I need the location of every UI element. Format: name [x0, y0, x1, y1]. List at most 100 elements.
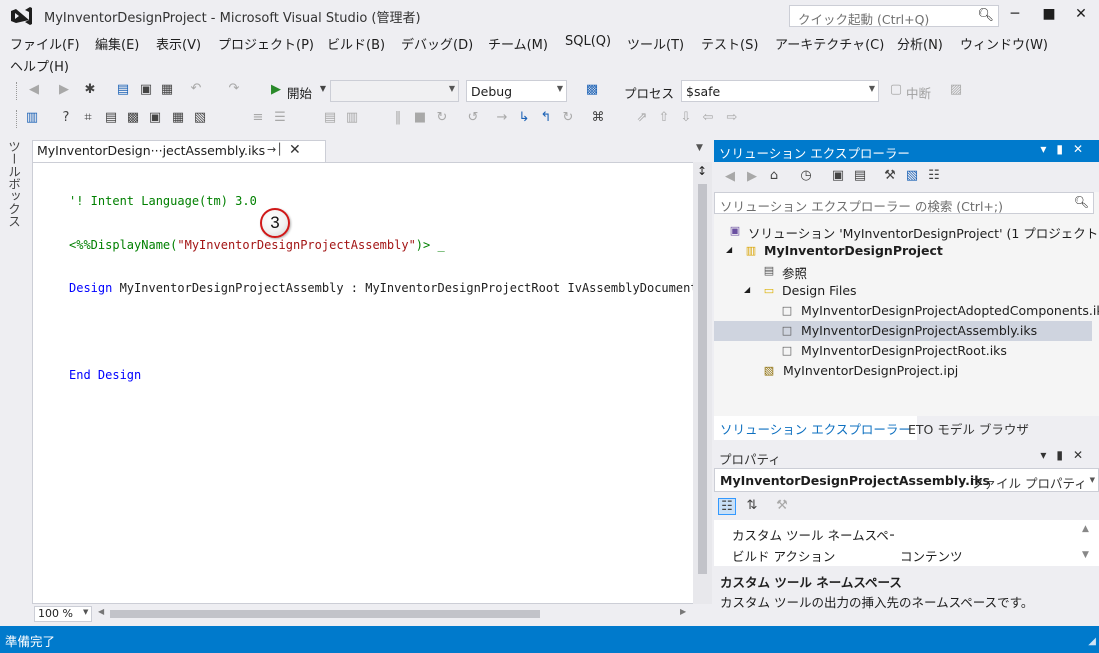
menu-window[interactable]: ウィンドウ(W)	[960, 34, 1048, 53]
collapse-all-icon[interactable]: ▣	[830, 168, 846, 183]
target-combo[interactable]: ▼	[330, 80, 459, 102]
nav-up-icon[interactable]: ⇧	[656, 110, 672, 125]
menu-view[interactable]: 表示(V)	[156, 34, 201, 53]
undo-icon[interactable]: ↶	[188, 81, 204, 96]
forward-icon[interactable]: ▶	[744, 169, 760, 184]
menu-analyze[interactable]: 分析(N)	[897, 34, 943, 53]
close-button[interactable]: ✕	[1064, 2, 1098, 26]
tree-item-file[interactable]: □ MyInventorDesignProjectAdoptedComponen…	[714, 301, 1099, 321]
editor-horizontal-scrollbar[interactable]: 100 % ▼ ◀ ▶	[32, 604, 712, 624]
tree-item-file[interactable]: □ MyInventorDesignProjectRoot.iks	[714, 341, 1099, 361]
tree-item-references[interactable]: ▤ 参照	[714, 261, 1099, 281]
tree-item-solution[interactable]: ▣ ソリューション 'MyInventorDesignProject' (1 プ…	[714, 221, 1099, 241]
menu-edit[interactable]: 編集(E)	[95, 34, 139, 53]
categorized-icon[interactable]: ☷	[718, 498, 736, 515]
menu-architecture[interactable]: アーキテクチャ(C)	[775, 34, 884, 53]
code-text[interactable]: '! Intent Language(tm) 3.0 <%%DisplayNam…	[69, 165, 698, 412]
document-icon[interactable]: ▤	[103, 110, 119, 125]
uncomment-icon[interactable]: ▥	[344, 110, 360, 125]
menu-file[interactable]: ファイル(F)	[10, 34, 80, 53]
eto-icon[interactable]: ▥	[24, 110, 40, 125]
expanded-triangle-icon[interactable]: ◢	[744, 285, 750, 294]
attach-process-icon[interactable]: ▩	[584, 82, 600, 97]
thread-icon[interactable]: ▨	[948, 82, 964, 97]
scroll-right-icon[interactable]: ▶	[680, 607, 686, 616]
start-button-label[interactable]: 開始	[287, 83, 312, 102]
toolbox-strip[interactable]: ツールボックス	[0, 134, 26, 626]
menu-help[interactable]: ヘルプ(H)	[10, 56, 69, 75]
panel-window-buttons[interactable]: ▾▮✕	[1040, 448, 1093, 462]
open-file-icon[interactable]: ▤	[115, 82, 131, 97]
process-combo[interactable]: $safe ▼	[681, 80, 879, 102]
editor-vertical-scrollbar[interactable]: ↕	[693, 162, 712, 604]
comment-icon[interactable]: ▤	[322, 110, 338, 125]
nav-icon[interactable]: ⇗	[634, 110, 650, 125]
component-icon[interactable]: ▩	[125, 110, 141, 125]
pause-icon[interactable]: ‖	[390, 110, 406, 125]
forward-icon[interactable]: ▶	[56, 82, 72, 97]
step-out-icon[interactable]: ↰	[538, 110, 554, 125]
pending-changes-icon[interactable]: ◷	[798, 168, 814, 183]
quick-launch-input[interactable]: クイック起動 (Ctrl+Q) 🔍︎	[789, 5, 999, 27]
minimize-button[interactable]: ─	[998, 2, 1032, 26]
window-icon[interactable]: ▣	[147, 110, 163, 125]
menu-test[interactable]: テスト(S)	[701, 34, 758, 53]
tree-item-project[interactable]: ◢ ▥ MyInventorDesignProject	[714, 241, 1099, 261]
tab-solution-explorer[interactable]: ソリューション エクスプローラー	[714, 416, 917, 440]
new-project-icon[interactable]: ✱	[82, 82, 98, 97]
link-icon[interactable]: ≡	[250, 110, 266, 125]
pin-icon[interactable]: →│	[267, 143, 283, 156]
tree-icon[interactable]: ☰	[272, 110, 288, 125]
editor-tab[interactable]: MyInventorDesign···jectAssembly.iks →│ ✕	[32, 140, 326, 162]
scroll-down-icon[interactable]: ▼	[1082, 550, 1089, 560]
tree-item-design-files[interactable]: ◢ ▭ Design Files	[714, 281, 1099, 301]
solution-explorer-search-input[interactable]: ソリューション エクスプローラー の検索 (Ctrl+;) 🔍︎	[714, 192, 1094, 214]
start-dropdown-icon[interactable]: ▼	[315, 84, 331, 93]
solution-config-combo[interactable]: Debug ▼	[466, 80, 567, 102]
property-row[interactable]: カスタム ツール ネームスペース	[714, 522, 1080, 543]
panel-window-buttons[interactable]: ▾▮✕	[1040, 142, 1093, 156]
refresh-icon[interactable]: ↻	[560, 110, 576, 125]
save-icon[interactable]: ▣	[138, 82, 154, 97]
hex-icon[interactable]: ⌘	[590, 110, 606, 125]
save-all-icon[interactable]: ▦	[159, 82, 175, 97]
restart-icon[interactable]: ↻	[434, 110, 450, 125]
split-icon[interactable]: ↕	[697, 164, 707, 178]
bookmark-icon[interactable]: ⇨	[724, 110, 740, 125]
back-icon[interactable]: ◀	[722, 169, 738, 184]
property-pages-icon[interactable]: ⚒	[774, 498, 790, 513]
suspend-label[interactable]: 中断	[906, 83, 931, 102]
menu-debug[interactable]: デバッグ(D)	[401, 34, 473, 53]
api-icon[interactable]: ⌗	[80, 110, 96, 125]
step-into-icon[interactable]: ↳	[516, 110, 532, 125]
close-icon[interactable]: ✕	[289, 142, 301, 158]
code-editor[interactable]: '! Intent Language(tm) 3.0 <%%DisplayNam…	[32, 162, 712, 604]
property-row[interactable]: ビルド アクション コンテンツ	[714, 543, 1080, 564]
help-icon[interactable]: ?	[58, 110, 74, 125]
properties-icon[interactable]: ⚒	[882, 168, 898, 183]
menu-team[interactable]: チーム(M)	[488, 34, 548, 53]
scroll-left-icon[interactable]: ◀	[98, 607, 104, 616]
show-next-icon[interactable]: ↺	[465, 110, 481, 125]
step-over-icon[interactable]: →	[494, 110, 510, 125]
expanded-triangle-icon[interactable]: ◢	[726, 245, 732, 254]
scroll-up-icon[interactable]: ▲	[1082, 524, 1089, 534]
maximize-button[interactable]: ■	[1032, 2, 1066, 26]
menu-build[interactable]: ビルド(B)	[327, 34, 385, 53]
stop-icon[interactable]: ■	[412, 110, 428, 125]
nav-down-icon[interactable]: ⇩	[678, 110, 694, 125]
class-view-icon[interactable]: ☷	[926, 168, 942, 183]
tree-item-file-selected[interactable]: □ MyInventorDesignProjectAssembly.iks	[714, 321, 1092, 341]
menu-tools[interactable]: ツール(T)	[627, 34, 684, 53]
layout-icon[interactable]: ▧	[192, 110, 208, 125]
show-all-files-icon[interactable]: ▤	[852, 168, 868, 183]
tree-item-project-file[interactable]: ▧ MyInventorDesignProject.ipj	[714, 361, 1099, 381]
tool-icon[interactable]: ▦	[170, 110, 186, 125]
alphabetical-icon[interactable]: ⇅	[744, 498, 760, 513]
property-object-selector[interactable]: MyInventorDesignProjectAssembly.iks ファイル…	[714, 468, 1099, 492]
scroll-thumb[interactable]	[110, 610, 540, 618]
property-value[interactable]: コンテンツ	[900, 546, 963, 565]
chevron-down-icon[interactable]: ▼	[696, 143, 703, 153]
nav-left-icon[interactable]: ⇦	[700, 110, 716, 125]
redo-icon[interactable]: ↷	[226, 81, 242, 96]
